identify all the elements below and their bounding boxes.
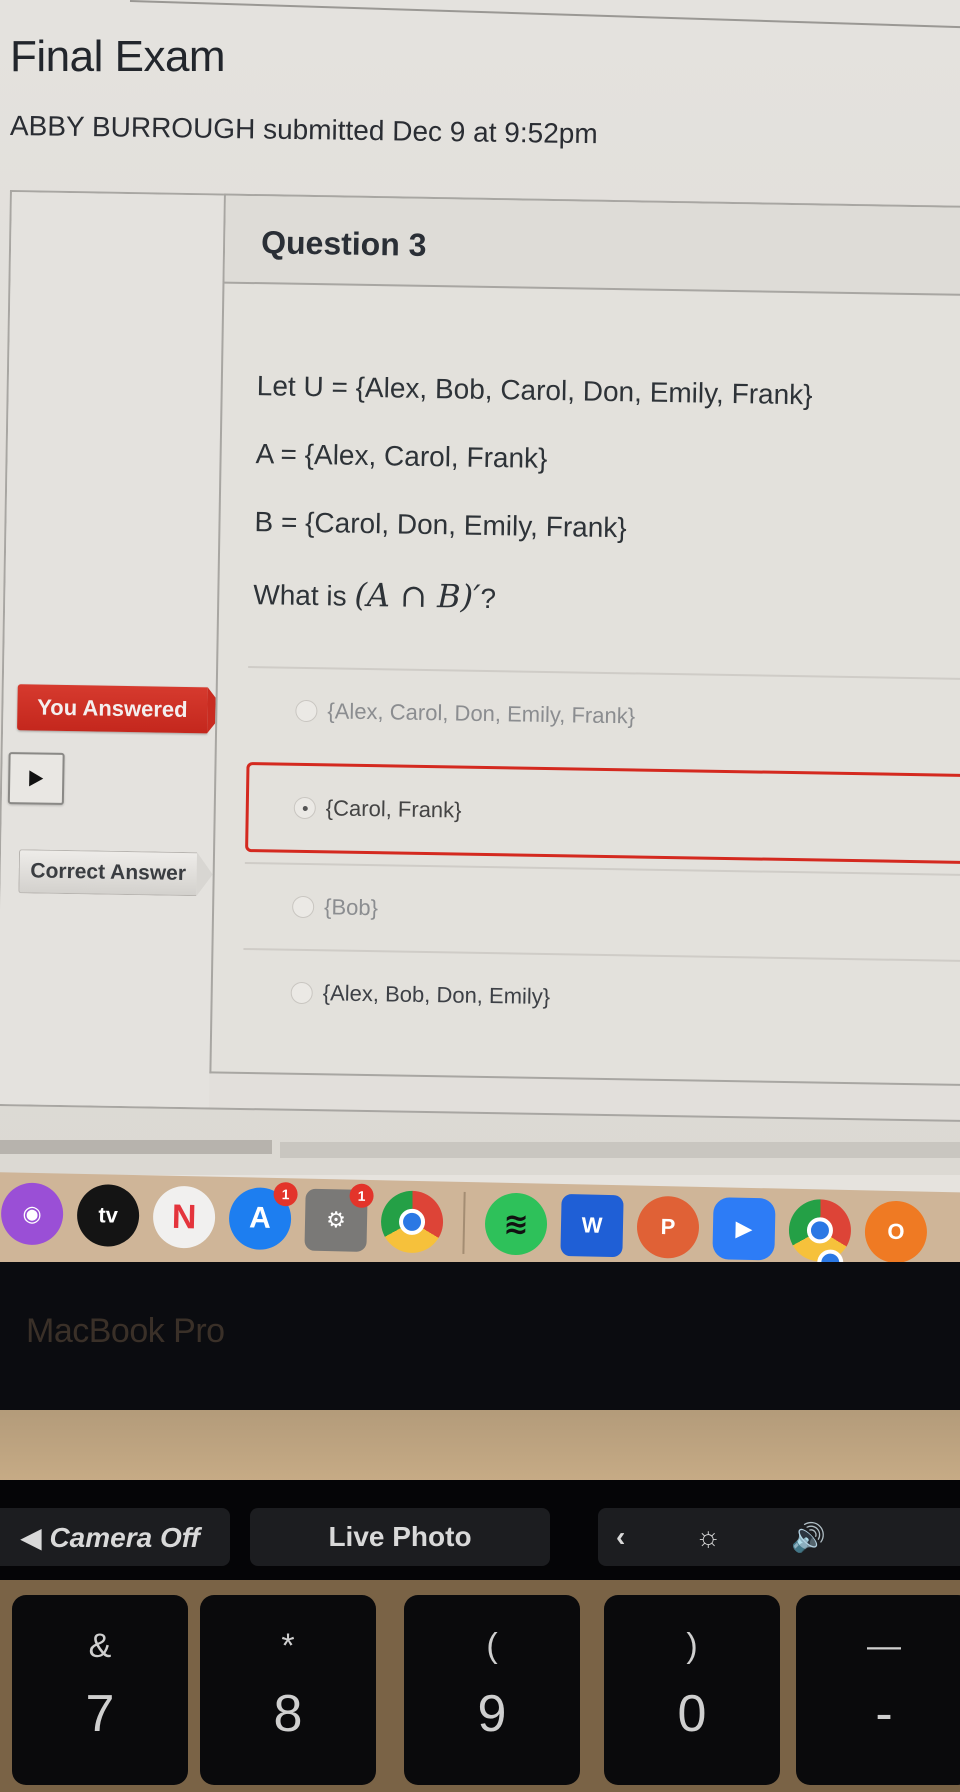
dock-app-podcasts[interactable]: ◉ [0, 1182, 64, 1246]
key-number: 7 [85, 1685, 115, 1743]
touch-bar: ◀ Camera Off Live Photo ‹ ☼ 🔊 [0, 1480, 960, 1580]
dock-app-app-store[interactable]: A1 [228, 1181, 298, 1251]
macbook-label: MacBook Pro [26, 1312, 225, 1350]
news-icon: N [171, 1197, 197, 1236]
volume-icon[interactable]: 🔊 [791, 1521, 826, 1554]
top-divider [129, 0, 960, 31]
answer-option[interactable]: {Bob} [243, 861, 960, 961]
key-symbol: ) [686, 1627, 698, 1665]
gear-icon: ⚙ [325, 1207, 347, 1233]
question-header: Question 3 [224, 195, 960, 297]
answer-label: {Carol, Frank} [325, 795, 462, 823]
play-icon [29, 770, 44, 787]
answer-label: {Alex, Bob, Don, Emily} [322, 980, 551, 1010]
question-sidebar: You Answered Correct Answer [0, 192, 224, 1108]
dock-separator [462, 1191, 466, 1254]
prompt-suffix: ? [480, 582, 497, 615]
brightness-icon[interactable]: ☼ [695, 1521, 721, 1553]
control-strip: ‹ ☼ 🔊 [598, 1508, 960, 1566]
answer-label: {Bob} [323, 894, 379, 921]
dock-app-origin[interactable]: O [864, 1200, 928, 1278]
dock-app-chrome-2[interactable] [788, 1198, 852, 1276]
screen: Final Exam ABBY BURROUGH submitted Dec 9… [0, 0, 960, 1175]
set-a-line: A = {Alex, Carol, Frank} [255, 438, 548, 474]
radio-button[interactable] [291, 895, 315, 919]
key-minus[interactable]: — - [796, 1595, 960, 1785]
chevron-left-icon[interactable]: ‹ [616, 1521, 625, 1553]
answer-option[interactable]: {Alex, Carol, Don, Emily, Frank} [246, 666, 960, 765]
apple-tv-icon: tv [98, 1202, 119, 1228]
scrollbar-right[interactable] [280, 1142, 960, 1158]
key-symbol: * [281, 1627, 295, 1665]
dock-app-spotify[interactable]: ≋ [484, 1192, 548, 1270]
laptop-bezel: MacBook Pro [0, 1262, 960, 1412]
set-u-line: Let U = {Alex, Bob, Carol, Don, Emily, F… [256, 370, 813, 411]
prompt-prefix: What is [253, 579, 355, 612]
origin-icon: O [887, 1218, 905, 1245]
key-number: 8 [273, 1685, 303, 1743]
app-store-icon: A [248, 1201, 272, 1235]
key-number: - [875, 1685, 893, 1743]
dock-app-tv[interactable]: tv [76, 1183, 140, 1248]
live-photo-button[interactable]: Live Photo [250, 1508, 550, 1566]
you-answered-badge: You Answered [17, 684, 208, 734]
camera-off-button[interactable]: ◀ Camera Off [0, 1508, 230, 1566]
notification-badge: 1 [273, 1181, 298, 1207]
window-bottom-edge [0, 1140, 960, 1162]
answer-label: {Alex, Carol, Don, Emily, Frank} [327, 698, 636, 729]
key-symbol: & [88, 1627, 112, 1665]
powerpoint-icon: P [660, 1214, 676, 1240]
dock-app-system-preferences[interactable]: ⚙ 1 [304, 1183, 374, 1252]
answer-list: {Alex, Carol, Don, Emily, Frank} {Carol,… [242, 666, 960, 1047]
dock-app-word[interactable]: W [560, 1193, 624, 1271]
notification-badge: 1 [349, 1183, 374, 1209]
laptop-hinge [0, 1410, 960, 1490]
scrollbar-left[interactable] [0, 1140, 272, 1154]
prompt-math: (A ∩ B)′ [354, 575, 481, 616]
radio-dot-icon [302, 805, 308, 811]
dock-app-chrome[interactable] [380, 1190, 444, 1254]
podcasts-icon: ◉ [22, 1200, 42, 1227]
set-b-line: B = {Carol, Don, Emily, Frank} [254, 506, 627, 544]
word-icon: W [581, 1212, 603, 1238]
key-9[interactable]: (9 [404, 1595, 580, 1785]
key-number: 0 [677, 1685, 707, 1743]
dock-app-zoom[interactable]: ▶ [712, 1197, 776, 1274]
radio-button-checked[interactable] [293, 796, 316, 820]
question-panel: You Answered Correct Answer Question 3 L… [0, 190, 960, 1123]
keyboard: ◀ Camera Off Live Photo ‹ ☼ 🔊 & 7 * 8 (9 )… [0, 1480, 960, 1792]
correct-answer-badge: Correct Answer [18, 849, 198, 897]
question-text: Let U = {Alex, Bob, Carol, Don, Emily, F… [219, 284, 960, 625]
key-symbol: — [867, 1627, 901, 1665]
key-8[interactable]: * 8 [200, 1595, 376, 1785]
spotify-icon: ≋ [503, 1207, 529, 1241]
radio-button[interactable] [290, 981, 313, 1005]
submission-info: ABBY BURROUGH submitted Dec 9 at 9:52pm [9, 110, 598, 150]
radio-button[interactable] [295, 699, 318, 723]
question-box: Question 3 Let U = {Alex, Bob, Carol, Do… [209, 193, 960, 1087]
page-title: Final Exam [10, 32, 226, 81]
answer-option-correct[interactable]: {Alex, Bob, Don, Emily} [242, 947, 960, 1047]
dock-app-powerpoint[interactable]: P [636, 1195, 700, 1273]
key-0[interactable]: ) 0 [604, 1595, 780, 1785]
chrome-icon [806, 1217, 834, 1244]
key-7[interactable]: & 7 [12, 1595, 188, 1785]
answer-option-selected[interactable]: {Carol, Frank} [245, 762, 960, 866]
expand-button[interactable] [7, 752, 65, 805]
chrome-icon [398, 1208, 426, 1236]
zoom-camera-icon: ▶ [735, 1215, 753, 1241]
key-symbol: ( [486, 1627, 498, 1665]
dock-app-news[interactable]: N [152, 1185, 216, 1249]
question-prompt: What is (A ∩ B)′? [253, 574, 960, 625]
key-number: 9 [477, 1685, 507, 1743]
